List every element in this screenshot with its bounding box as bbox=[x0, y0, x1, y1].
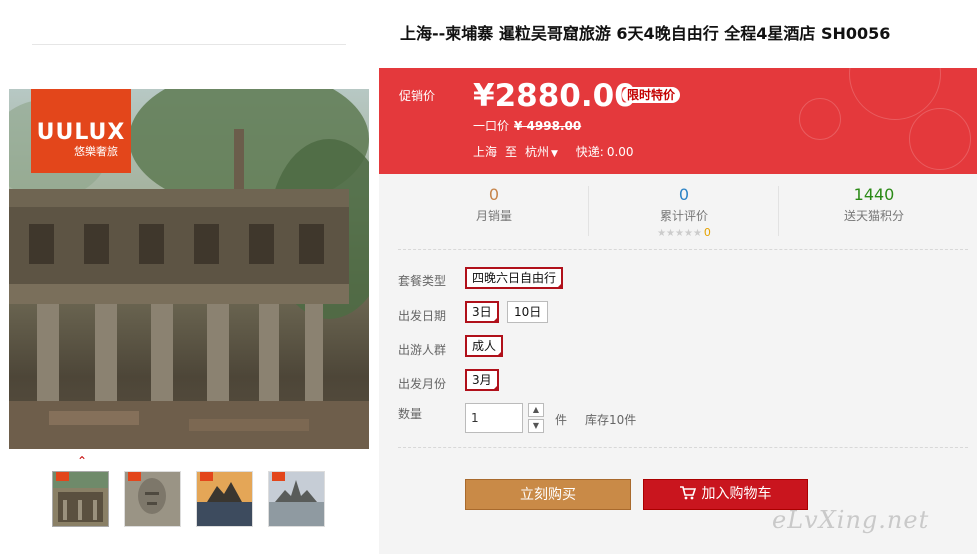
original-price-label: 一口价 bbox=[473, 119, 510, 133]
thumbnail-brand-mark bbox=[200, 472, 213, 481]
chevron-down-icon: ▼ bbox=[532, 421, 540, 430]
stat-points: 1440 送天猫积分 bbox=[779, 174, 969, 224]
option-date-3[interactable]: 3日 bbox=[465, 301, 499, 323]
chevron-up-icon: ▲ bbox=[532, 405, 540, 414]
destination-selector[interactable]: 杭州 ▼ bbox=[525, 145, 566, 159]
buy-now-button[interactable]: 立刻购买 bbox=[465, 479, 631, 510]
thumbnail-3[interactable] bbox=[196, 471, 253, 527]
promo-decoration bbox=[909, 108, 971, 170]
destination-city: 杭州 bbox=[525, 145, 550, 159]
thumbnail-brand-mark bbox=[128, 472, 141, 481]
watermark-text: eLvXing.net bbox=[772, 506, 930, 534]
thumbnail-brand-mark bbox=[56, 472, 69, 481]
travelers-label: 出游人群 bbox=[398, 343, 447, 357]
promo-price-label: 促销价 bbox=[399, 89, 436, 103]
points-value: 1440 bbox=[853, 185, 895, 204]
thumbnail-2[interactable] bbox=[124, 471, 181, 527]
shipping-fee-label: 快递: bbox=[575, 145, 604, 159]
star-icons: ★★★★★ bbox=[657, 228, 702, 239]
quantity-label: 数量 bbox=[398, 407, 423, 421]
quantity-input[interactable]: 1 bbox=[465, 403, 523, 433]
thumbnail-indicator-icon: ⌃ bbox=[77, 454, 88, 468]
section-divider bbox=[398, 249, 968, 250]
product-main-image[interactable]: UULUX 悠樂奢旅 bbox=[9, 89, 369, 449]
brand-logo: UULUX 悠樂奢旅 bbox=[31, 89, 131, 173]
ship-from: 上海 bbox=[473, 145, 498, 159]
package-type-label: 套餐类型 bbox=[398, 274, 447, 288]
monthly-sales-value: 0 bbox=[488, 185, 500, 204]
quantity-decrease-button[interactable]: ▼ bbox=[528, 419, 544, 433]
rating-stars: ★★★★★ 0 bbox=[589, 226, 779, 239]
brand-subtitle: 悠樂奢旅 bbox=[74, 145, 118, 158]
quantity-increase-button[interactable]: ▲ bbox=[528, 403, 544, 417]
stat-monthly-sales: 0 月销量 bbox=[399, 174, 589, 224]
limited-offer-badge: 限时特价 bbox=[622, 87, 681, 103]
thumbnail-4[interactable] bbox=[268, 471, 325, 527]
thumbnail-1[interactable] bbox=[52, 471, 109, 527]
stock-count: 库存10件 bbox=[585, 413, 637, 427]
departure-month-label: 出发月份 bbox=[398, 377, 447, 391]
monthly-sales-label: 月销量 bbox=[475, 209, 512, 223]
shipping-fee: 0.00 bbox=[606, 145, 634, 159]
shipping-row: 上海至杭州 ▼ 快递: 0.00 bbox=[473, 143, 642, 160]
points-label: 送天猫积分 bbox=[843, 209, 904, 223]
original-price: ¥ 4998.00 bbox=[514, 119, 582, 133]
promo-price-block: 促销价 ¥2880.00 限时特价 一口价 ¥ 4998.00 上海至杭州 ▼ 快递… bbox=[379, 68, 977, 174]
option-date-10[interactable]: 10日 bbox=[507, 301, 549, 323]
option-month-3[interactable]: 3月 bbox=[465, 369, 499, 391]
current-price: ¥2880.00 bbox=[473, 78, 636, 114]
rating-score: 0 bbox=[703, 226, 711, 239]
departure-date-label: 出发日期 bbox=[398, 309, 447, 323]
quantity-unit: 件 bbox=[555, 413, 568, 427]
gallery-top-divider bbox=[32, 44, 346, 45]
section-divider bbox=[398, 447, 968, 448]
product-title: 上海--柬埔寨 暹粒吴哥窟旅游 6天4晚自由行 全程4星酒店 SH0056 bbox=[379, 0, 977, 68]
stats-bar: 0 月销量 0 累计评价 ★★★★★ 0 1440 送天猫积分 bbox=[379, 174, 977, 239]
ship-to-label: 至 bbox=[505, 145, 518, 159]
reviews-value: 0 bbox=[678, 185, 690, 204]
thumbnail-brand-mark bbox=[272, 472, 285, 481]
promo-decoration bbox=[799, 98, 841, 140]
cart-icon bbox=[679, 485, 696, 499]
chevron-down-icon: ▼ bbox=[551, 149, 558, 159]
option-package-4n6d[interactable]: 四晚六日自由行 bbox=[465, 267, 564, 289]
reviews-label: 累计评价 bbox=[659, 209, 708, 223]
stat-reviews[interactable]: 0 累计评价 ★★★★★ 0 bbox=[589, 174, 779, 239]
original-price-row: 一口价 ¥ 4998.00 bbox=[473, 117, 581, 134]
brand-name: UULUX bbox=[36, 120, 126, 145]
option-adult[interactable]: 成人 bbox=[465, 335, 504, 357]
add-to-cart-label: 加入购物车 bbox=[701, 486, 772, 502]
